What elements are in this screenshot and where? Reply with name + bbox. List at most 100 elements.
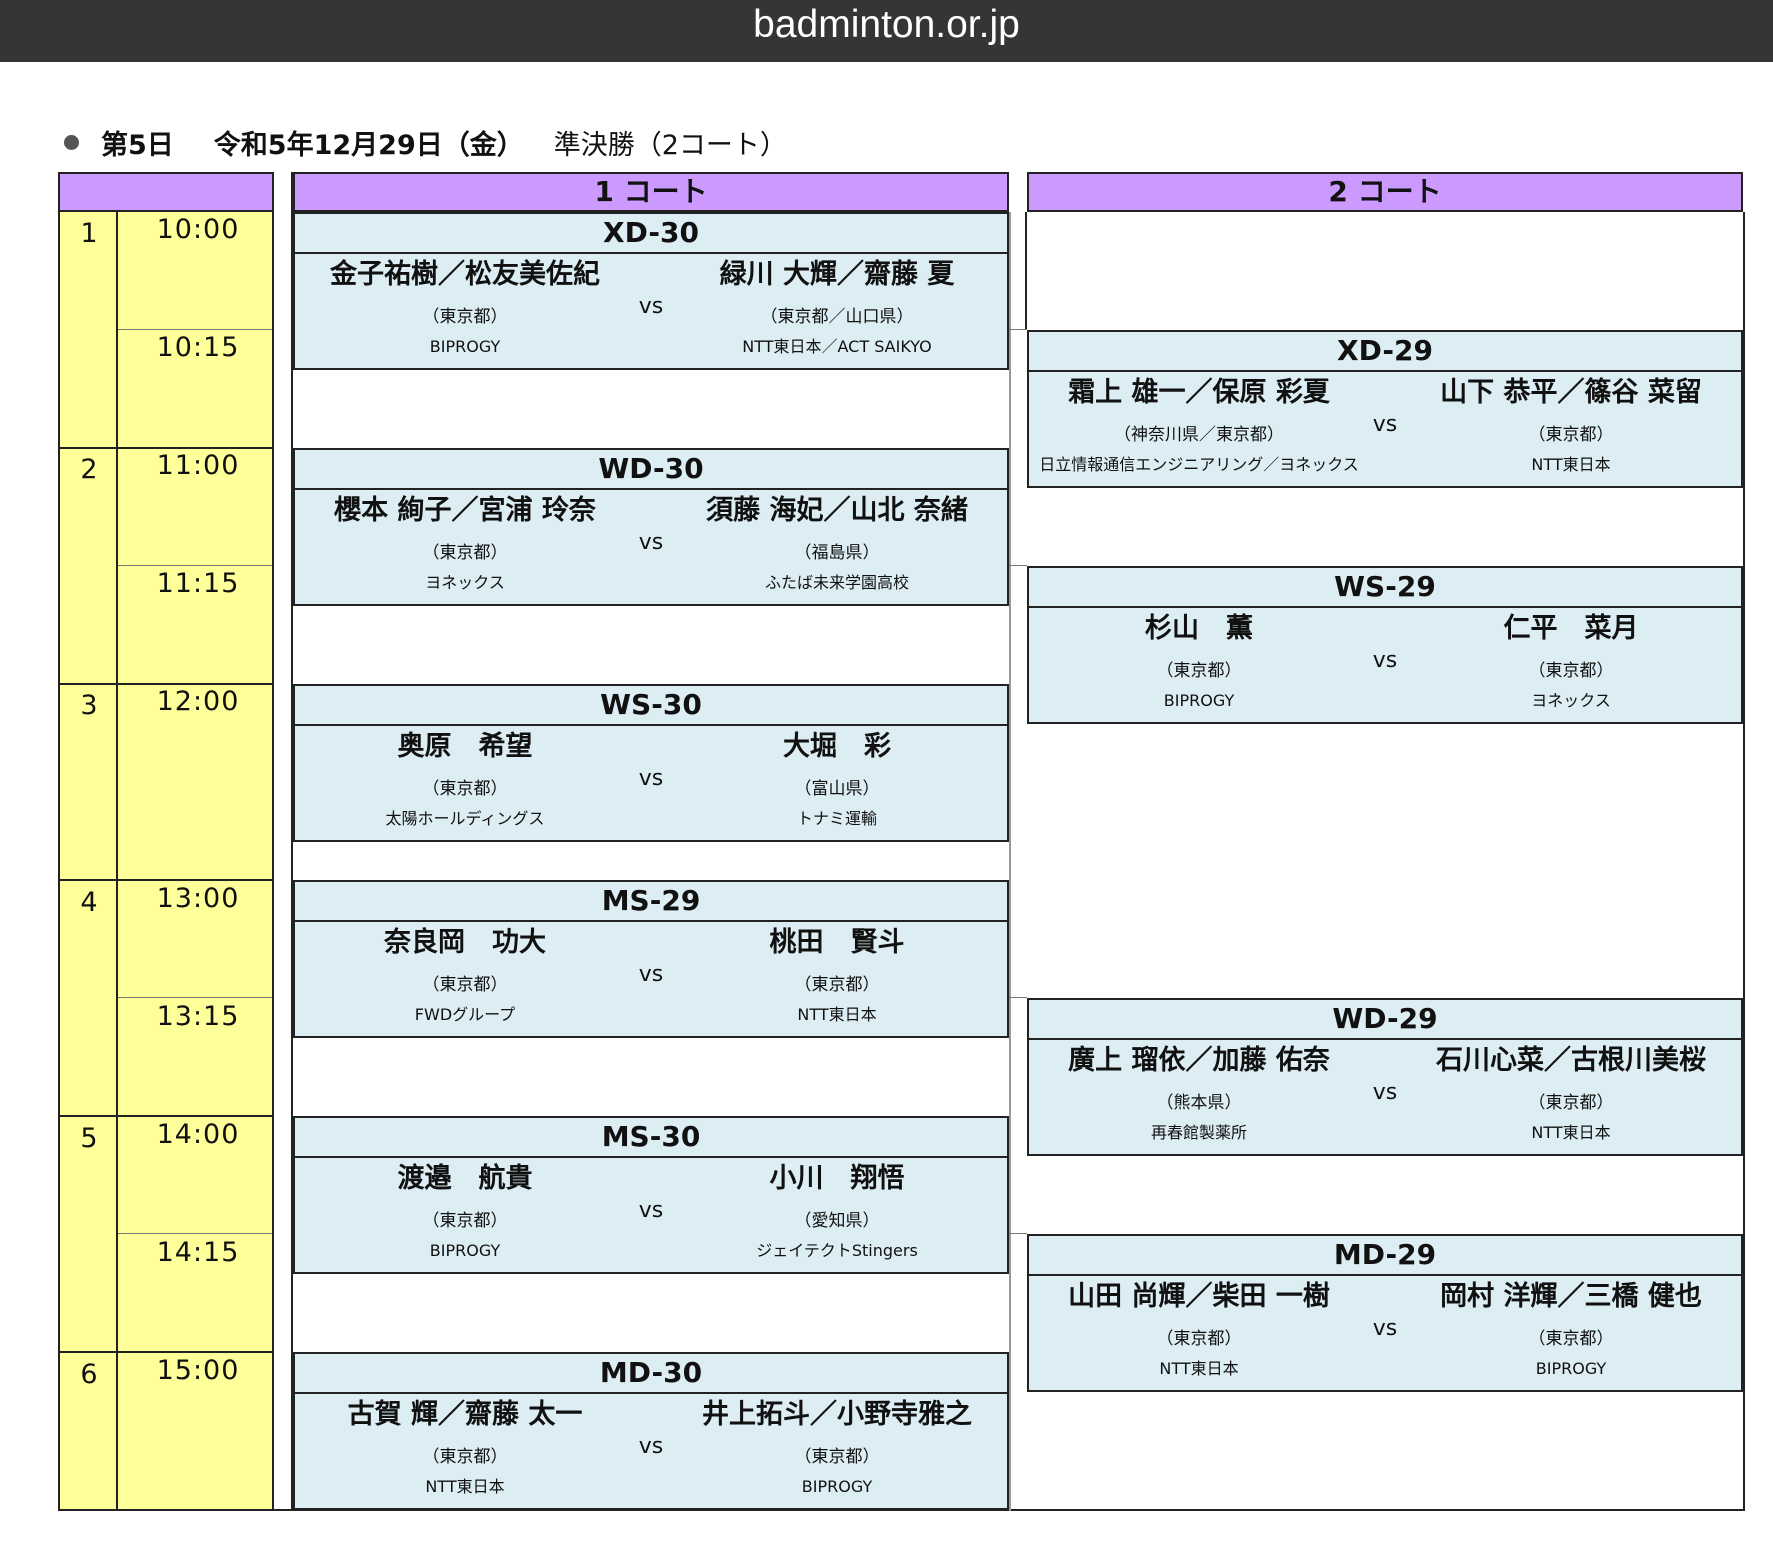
- url-text[interactable]: badminton.or.jp: [0, 0, 1773, 50]
- player-club: FWDグループ: [414, 1005, 516, 1024]
- time-column: [58, 212, 274, 1511]
- player-name: 霜上 雄一／保原 彩夏: [1068, 377, 1330, 408]
- player-name: 石川心菜／古根川美桜: [1436, 1045, 1706, 1076]
- player-club: NTT東日本／ACT SAIKYO: [742, 337, 932, 356]
- slot-number: 2: [80, 454, 98, 485]
- player-club: ヨネックス: [425, 573, 505, 592]
- table-border-right: [1743, 212, 1745, 1511]
- player-prefecture: （東京都）: [1528, 661, 1614, 681]
- slot-number: 1: [80, 218, 98, 249]
- player-right: 大堀 彩 （富山県） トナミ運輸: [667, 726, 1007, 832]
- table-divider: [272, 212, 274, 1511]
- court-connector: [1009, 997, 1027, 998]
- player-name: 小川 翔悟: [769, 1163, 905, 1194]
- match-card: XD-29 霜上 雄一／保原 彩夏 （神奈川県／東京都） 日立情報通信エンジニア…: [1027, 330, 1743, 488]
- player-name: 山下 恭平／篠谷 菜留: [1440, 377, 1702, 408]
- quarter-divider: [118, 329, 272, 330]
- player-name: 緑川 大輝／齋藤 夏: [719, 259, 955, 290]
- slot-divider: [58, 683, 274, 685]
- match-code: WD-30: [295, 450, 1007, 490]
- player-right: 井上拓斗／小野寺雅之 （東京都） BIPROGY: [667, 1394, 1007, 1500]
- player-name: 古賀 輝／齋藤 太一: [347, 1399, 583, 1430]
- match-card: XD-30 金子祐樹／松友美佐紀 （東京都） BIPROGY vs 緑川 大輝／…: [293, 212, 1009, 370]
- player-club: NTT東日本: [425, 1477, 505, 1496]
- slot-time: 12:00: [156, 686, 240, 717]
- match-card: WD-30 櫻本 絢子／宮浦 玲奈 （東京都） ヨネックス vs 須藤 海妃／山…: [293, 448, 1009, 606]
- player-name: 杉山 薫: [1145, 613, 1253, 644]
- player-right: 石川心菜／古根川美桜 （東京都） NTT東日本: [1401, 1040, 1741, 1146]
- player-name: 渡邉 航貴: [397, 1163, 533, 1194]
- player-name: 大堀 彩: [783, 731, 891, 762]
- schedule-heading: 第5日 令和5年12月29日（金） 準決勝（2コート）: [64, 122, 787, 162]
- court-connector: [1009, 1233, 1027, 1234]
- slot-time: 11:15: [156, 568, 240, 599]
- slot-time: 13:00: [156, 883, 240, 914]
- bullet-icon: [64, 134, 79, 150]
- player-prefecture: （東京都）: [794, 1447, 880, 1467]
- player-name: 須藤 海妃／山北 奈緒: [706, 495, 968, 526]
- slot-time: 10:00: [156, 214, 240, 245]
- player-name: 奈良岡 功大: [384, 927, 546, 958]
- slot-number: 3: [80, 690, 98, 721]
- player-name: 櫻本 絢子／宮浦 玲奈: [334, 495, 596, 526]
- court-connector: [1009, 329, 1027, 330]
- match-card: MS-29 奈良岡 功大 （東京都） FWDグループ vs 桃田 賢斗 （東京都…: [293, 880, 1009, 1038]
- quarter-divider: [118, 1233, 272, 1234]
- heading-date: 令和5年12月29日（金）: [213, 129, 524, 161]
- player-name: 岡村 洋輝／三橋 健也: [1440, 1281, 1702, 1312]
- player-right: 仁平 菜月 （東京都） ヨネックス: [1401, 608, 1741, 714]
- heading-day: 第5日: [101, 129, 174, 161]
- player-prefecture: （東京都）: [1528, 1093, 1614, 1113]
- player-club: BIPROGY: [801, 1477, 873, 1496]
- match-card: MS-30 渡邉 航貴 （東京都） BIPROGY vs 小川 翔悟 （愛知県）…: [293, 1116, 1009, 1274]
- player-club: 日立情報通信エンジニアリング／ヨネックス: [1039, 455, 1359, 474]
- heading-round: 準決勝（2コート）: [553, 129, 787, 161]
- player-name: 金子祐樹／松友美佐紀: [330, 259, 600, 290]
- player-right: 小川 翔悟 （愛知県） ジェイテクトStingers: [667, 1158, 1007, 1264]
- slot-number: 4: [80, 887, 98, 918]
- player-club: BIPROGY: [429, 1241, 501, 1260]
- table-border-left: [58, 172, 60, 1511]
- table-divider: [1025, 212, 1027, 330]
- match-code: WS-30: [295, 686, 1007, 726]
- player-prefecture: （東京都）: [794, 975, 880, 995]
- match-card: WS-29 杉山 薫 （東京都） BIPROGY vs 仁平 菜月 （東京都） …: [1027, 566, 1743, 724]
- match-code: MD-29: [1029, 1236, 1741, 1276]
- player-club: ふたば未来学園高校: [764, 573, 909, 592]
- player-right: 桃田 賢斗 （東京都） NTT東日本: [667, 922, 1007, 1028]
- match-code: MS-29: [295, 882, 1007, 922]
- player-name: 山田 尚輝／柴田 一樹: [1068, 1281, 1330, 1312]
- player-club: BIPROGY: [1535, 1359, 1607, 1378]
- match-card: WS-30 奥原 希望 （東京都） 太陽ホールディングス vs 大堀 彩 （富山…: [293, 684, 1009, 842]
- slot-time: 11:00: [156, 450, 240, 481]
- match-code: XD-29: [1029, 332, 1741, 372]
- player-right: 山下 恭平／篠谷 菜留 （東京都） NTT東日本: [1401, 372, 1741, 478]
- slot-divider: [58, 1351, 274, 1353]
- player-name: 桃田 賢斗: [769, 927, 905, 958]
- slot-time: 14:00: [156, 1119, 240, 1150]
- browser-address-bar[interactable]: badminton.or.jp: [0, 0, 1773, 62]
- player-prefecture: （東京都）: [1528, 425, 1614, 445]
- match-code: WS-29: [1029, 568, 1741, 608]
- quarter-divider: [118, 565, 272, 566]
- player-club: NTT東日本: [1159, 1359, 1239, 1378]
- player-club: トナミ運輸: [796, 809, 877, 828]
- match-card: WD-29 廣上 瑠依／加藤 佑奈 （熊本県） 再春館製薬所 vs 石川心菜／古…: [1027, 998, 1743, 1156]
- slot-divider: [58, 1115, 274, 1117]
- quarter-divider: [118, 997, 272, 998]
- time-column-header: [58, 172, 274, 212]
- player-club: ジェイテクトStingers: [756, 1241, 918, 1260]
- player-club: NTT東日本: [797, 1005, 877, 1024]
- player-prefecture: （東京都）: [1528, 1329, 1614, 1349]
- match-card: MD-29 山田 尚輝／柴田 一樹 （東京都） NTT東日本 vs 岡村 洋輝／…: [1027, 1234, 1743, 1392]
- player-prefecture: （富山県）: [794, 779, 880, 799]
- player-right: 緑川 大輝／齋藤 夏 （東京都／山口県） NTT東日本／ACT SAIKYO: [667, 254, 1007, 360]
- table-divider: [1009, 212, 1011, 1511]
- player-name: 廣上 瑠依／加藤 佑奈: [1068, 1045, 1330, 1076]
- player-club: ヨネックス: [1531, 691, 1611, 710]
- player-club: 太陽ホールディングス: [385, 809, 545, 828]
- player-name: 井上拓斗／小野寺雅之: [702, 1399, 972, 1430]
- player-prefecture: （東京都／山口県）: [760, 307, 914, 327]
- table-divider: [116, 212, 118, 1511]
- match-code: MD-30: [295, 1354, 1007, 1394]
